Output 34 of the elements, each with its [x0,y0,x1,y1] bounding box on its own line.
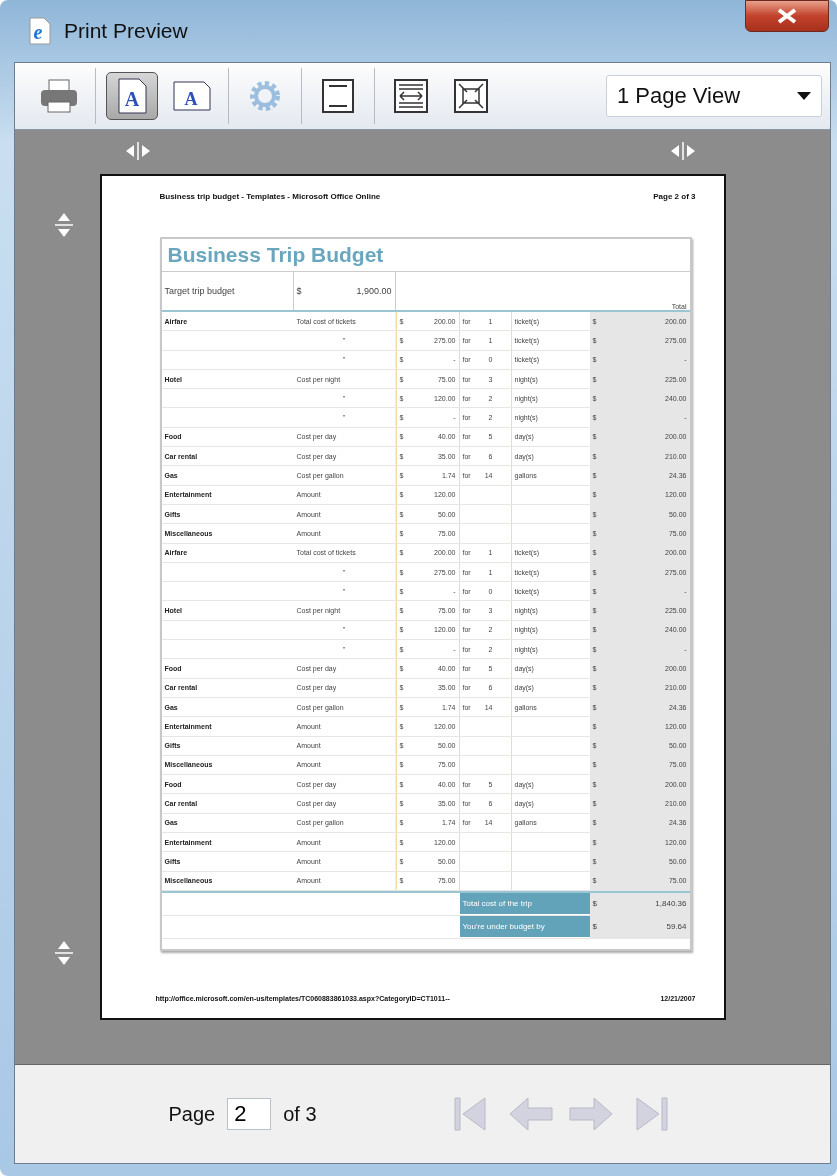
caret-icon [797,92,811,100]
table-cell: Target trip budget [164,286,235,296]
page-count-label: of 3 [283,1102,317,1126]
margin-handle-icon[interactable] [125,142,151,160]
table-cell: 1,840.36 [655,899,687,909]
browser-logo-icon: e [26,17,52,45]
summary-label: Total cost of the trip [462,898,532,908]
table-cell: $ [592,899,597,909]
printer-icon [39,78,79,114]
landscape-page-icon: A [173,81,211,111]
table-cell: $ [296,286,302,296]
close-button[interactable] [745,0,829,32]
toolbar-button[interactable]: A [166,72,218,120]
window-title: Print Preview [64,19,188,43]
table-cell: 59.64 [666,922,687,932]
portrait-page-icon: A [117,78,147,114]
close-icon [776,8,798,24]
margin-handle-icon[interactable] [55,940,73,966]
toolbar-button[interactable]: A [106,72,158,120]
page-number-field[interactable]: 2 [227,1098,272,1130]
margin-handle-icon[interactable] [670,142,696,160]
page-header-text: Business trip budget - Templates - Microsoft Office Online [159,192,381,201]
gear-icon [248,79,282,113]
table-cell: $ [592,922,597,932]
table-cell: 1,900.00 [356,286,392,296]
page-number-text: Page 2 of 3 [653,192,696,201]
page-label: Page [168,1102,216,1126]
page-header-icon [321,79,355,113]
view-dropdown[interactable]: 1 Page View [606,75,822,117]
summary-label: You're under budget by [462,921,545,931]
sheet-title: Business Trip Budget [161,239,690,272]
margin-handle-icon[interactable] [55,212,73,238]
full-page-icon [453,79,489,113]
fit-width-icon [393,79,429,113]
